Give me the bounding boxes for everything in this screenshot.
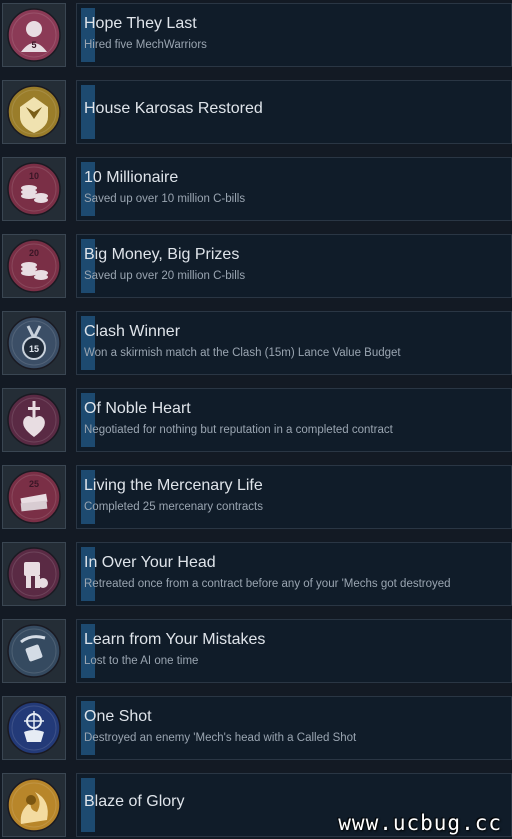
medal-icon: 15 [2,311,66,375]
achievement-title: Of Noble Heart [84,400,191,417]
achievement-title: Clash Winner [84,323,181,340]
achievement-row: In Over Your Head Retreated once from a c… [0,542,512,608]
achievement-title: Learn from Your Mistakes [84,631,266,648]
achievement-title: House Karosas Restored [84,100,263,117]
achievement-badge-image [7,624,61,678]
achievement-row: 5 Hope They Last Hired five MechWarriors [0,3,512,69]
crosshair-skull-icon [2,696,66,760]
achievement-title: In Over Your Head [84,554,216,571]
achievement-row: Of Noble Heart Negotiated for nothing but… [0,388,512,454]
badge-number: 25 [29,479,39,489]
falling-mech-icon [2,619,66,683]
achievement-badge-image: 25 [7,470,61,524]
achievement-badge-image [7,85,61,139]
achievement-card: In Over Your Head Retreated once from a c… [76,542,512,606]
achievement-description: Saved up over 10 million C-bills [84,193,246,205]
achievement-card: Living the Mercenary Life Completed 25 me… [76,465,512,529]
achievement-title: 10 Millionaire [84,169,179,186]
achievement-badge-image [7,547,61,601]
sword-heart-icon [2,388,66,452]
achievement-row: 10 10 Millionaire Saved up over 10 million… [0,157,512,223]
achievement-title: Big Money, Big Prizes [84,246,240,263]
achievement-badge-image: 5 [7,8,61,62]
achievement-row: One Shot Destroyed an enemy 'Mech's head … [0,696,512,762]
contract-stack-icon: 25 [2,465,66,529]
achievement-card: House Karosas Restored [76,80,512,144]
achievement-badge-image: 10 [7,162,61,216]
achievement-description: Won a skirmish match at the Clash (15m) … [84,347,401,359]
achievement-title: Hope They Last [84,15,197,32]
achievement-description: Completed 25 mercenary contracts [84,501,263,513]
coin-stacks-icon: 20 [2,234,66,298]
achievement-badge-image: 15 [7,316,61,370]
achievement-badge-image [7,393,61,447]
achievement-title: Living the Mercenary Life [84,477,263,494]
achievement-row: 25 Living the Mercenary Life Completed 25 … [0,465,512,531]
achievement-row: 15 Clash Winner Won a skirmish match at th… [0,311,512,377]
achievement-badge-image: 20 [7,239,61,293]
watermark-text: www.ucbug.cc [338,811,502,835]
badge-number: 20 [29,248,39,258]
coin-stacks-icon: 10 [2,157,66,221]
badge-number: 5 [31,40,36,50]
achievement-row: 20 Big Money, Big Prizes Saved up over 20 … [0,234,512,300]
achievement-description: Saved up over 20 million C-bills [84,270,246,282]
achievement-row: House Karosas Restored [0,80,512,146]
achievement-card: Clash Winner Won a skirmish match at the … [76,311,512,375]
achievement-description: Destroyed an enemy 'Mech's head with a C… [84,732,357,744]
retreating-mech-icon [2,542,66,606]
achievement-title: One Shot [84,708,152,725]
achievement-description: Hired five MechWarriors [84,39,207,51]
achievement-card: Learn from Your Mistakes Lost to the AI o… [76,619,512,683]
achievement-card: Hope They Last Hired five MechWarriors [76,3,512,67]
achievement-row: Learn from Your Mistakes Lost to the AI o… [0,619,512,685]
flaming-mech-icon [2,773,66,837]
badge-number: 10 [29,171,39,181]
achievement-list: 5 Hope They Last Hired five MechWarriors Ho… [0,0,512,839]
achievement-title: Blaze of Glory [84,793,185,810]
achievement-description: Lost to the AI one time [84,655,199,667]
mechwarrior-portrait-icon: 5 [2,3,66,67]
eagle-crest-icon [2,80,66,144]
achievement-card: Of Noble Heart Negotiated for nothing but… [76,388,512,452]
achievement-card: Big Money, Big Prizes Saved up over 20 mi… [76,234,512,298]
achievement-description: Negotiated for nothing but reputation in… [84,424,393,436]
achievement-badge-image [7,778,61,832]
badge-number: 15 [29,344,39,354]
achievement-description: Retreated once from a contract before an… [84,578,451,590]
achievement-card: 10 Millionaire Saved up over 10 million C… [76,157,512,221]
achievement-card: One Shot Destroyed an enemy 'Mech's head … [76,696,512,760]
achievement-badge-image [7,701,61,755]
